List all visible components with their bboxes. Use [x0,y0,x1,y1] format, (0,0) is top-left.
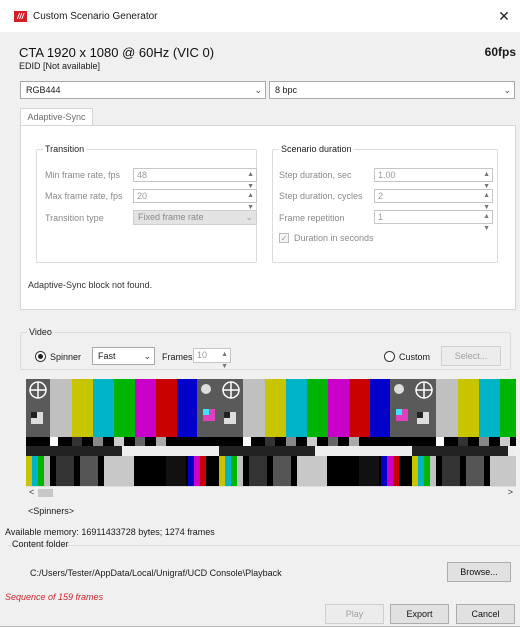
content-folder-path: C:/Users/Tester/AppData/Local/Unigraf/UC… [30,568,282,578]
app-logo-icon: /// [14,11,27,22]
dialog-body: CTA 1920 x 1080 @ 60Hz (VIC 0) EDID [Not… [0,32,520,627]
step-duration-sec-input[interactable]: 1.00 ▲ ▼ [374,168,493,190]
scenario-duration-title: Scenario duration [279,144,354,154]
min-frame-rate-value: 48 [137,170,148,180]
spinner-frame [26,379,219,486]
spinner-frame [411,379,516,486]
chevron-down-icon: ⌄ [245,212,253,222]
transition-type-select[interactable]: Fixed frame rate ⌄ [133,210,257,225]
spinner-speed-value: Fast [98,351,116,361]
step-duration-cycles-value: 2 [378,191,384,201]
available-memory: Available memory: 16911433728 bytes; 127… [5,527,215,537]
spin-arrows-icon[interactable]: ▲ ▼ [221,349,228,373]
frame-repetition-label: Frame repetition [279,213,345,223]
duration-in-seconds-label: Duration in seconds [294,233,374,243]
close-button[interactable]: ✕ [494,6,514,26]
content-folder-group [8,545,520,588]
fps-indicator: 60fps [484,45,516,59]
color-format-select[interactable]: RGB444 ⌄ [20,81,266,99]
spinner-radio[interactable] [35,351,46,362]
title-bar: /// Custom Scenario Generator ✕ [0,0,520,32]
edid-status: EDID [Not available] [19,61,101,71]
export-button[interactable]: Export [390,604,449,624]
frames-label: Frames: [162,352,196,362]
select-button[interactable]: Select... [441,346,501,366]
window-title: Custom Scenario Generator [33,11,158,22]
play-button[interactable]: Play [325,604,384,624]
transition-type-value: Fixed frame rate [138,212,204,222]
spinner-frames-svg [26,379,516,486]
frame-repetition-value: 1 [378,212,384,222]
max-frame-rate-input[interactable]: 20 ▲ ▼ [133,189,257,211]
sequence-status: Sequence of 159 frames [5,592,104,602]
frames-value: 10 [197,350,208,360]
spinner-speed-select[interactable]: Fast ⌄ [92,347,155,365]
chevron-down-icon: ⌄ [254,85,262,95]
spinner-frame [218,379,413,486]
step-duration-sec-label: Step duration, sec [279,170,352,180]
spin-arrows-icon[interactable]: ▲ ▼ [483,211,490,235]
scroll-right-icon[interactable]: > [508,487,513,498]
chevron-down-icon: ⌄ [503,85,511,95]
frame-repetition-input[interactable]: 1 ▲ ▼ [374,210,493,232]
custom-label: Custom [399,352,431,362]
max-frame-rate-label: Max frame rate, fps [45,191,123,201]
adaptive-sync-info: Adaptive-Sync block not found. [28,280,153,290]
bpc-value: 8 bpc [275,85,298,95]
min-frame-rate-label: Min frame rate, fps [45,170,121,180]
spinner-preview [26,379,516,486]
min-frame-rate-input[interactable]: 48 ▲ ▼ [133,168,257,190]
preview-scrollbar[interactable]: < > [26,486,516,498]
transition-group: Transition Min frame rate, fps 48 ▲ ▼ Max… [36,144,257,263]
max-frame-rate-value: 20 [137,191,148,201]
custom-radio[interactable] [384,351,395,362]
transition-type-label: Transition type [45,213,104,223]
scenario-duration-group: Scenario duration Step duration, sec 1.0… [272,144,498,263]
bpc-select[interactable]: 8 bpc ⌄ [269,81,515,99]
video-group-title: Video [27,327,54,337]
spinner-label: Spinner [50,352,82,362]
color-format-value: RGB444 [26,85,61,95]
duration-in-seconds-checkbox[interactable]: ✓ [279,233,289,243]
step-duration-cycles-input[interactable]: 2 ▲ ▼ [374,189,493,211]
step-duration-sec-value: 1.00 [378,170,396,180]
cancel-button[interactable]: Cancel [456,604,515,624]
video-group: Video Spinner Fast ⌄ Frames: 10 ▲ ▼ Custo… [20,327,511,370]
timing-mode-title: CTA 1920 x 1080 @ 60Hz (VIC 0) [19,45,215,60]
browse-button[interactable]: Browse... [447,562,511,582]
scroll-thumb[interactable] [38,489,53,497]
scroll-left-icon[interactable]: < [29,487,34,498]
tab-adaptive-sync[interactable]: Adaptive-Sync [20,108,93,126]
spinners-label: <Spinners> [28,506,75,516]
chevron-down-icon: ⌄ [143,351,151,361]
step-duration-cycles-label: Step duration, cycles [279,191,363,201]
transition-group-title: Transition [43,144,87,154]
content-folder-title: Content folder [12,539,69,549]
frames-input[interactable]: 10 ▲ ▼ [193,348,231,370]
